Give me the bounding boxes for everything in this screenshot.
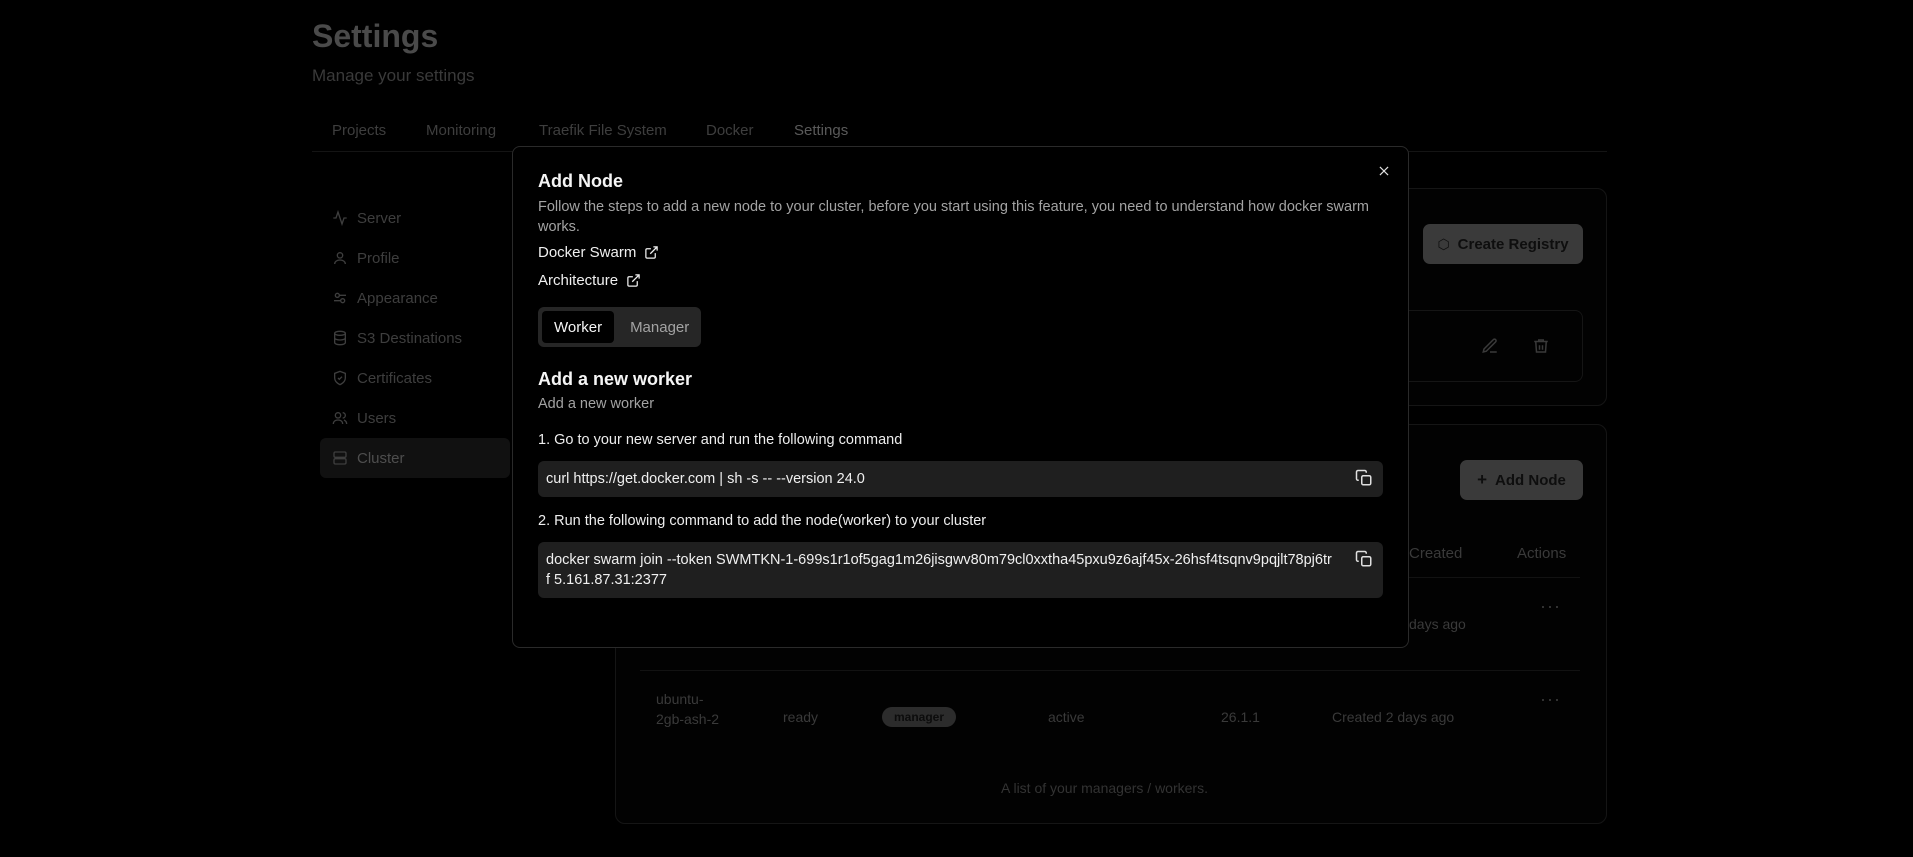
sidebar-item-cluster[interactable]: Cluster [320,438,510,478]
package-icon: ⬡ [1437,235,1450,252]
docker-swarm-link[interactable]: Docker Swarm [538,244,659,261]
sidebar-item-users[interactable]: Users [320,398,510,438]
tab-settings[interactable]: Settings [794,122,848,139]
node-type-tabs: Worker Manager [538,307,701,347]
row-divider [640,670,1580,671]
sidebar-item-server[interactable]: Server [320,198,510,238]
step-2-text: 2. Run the following command to add the … [538,513,987,529]
page-title: Settings [312,18,439,54]
dialog-description: Follow the steps to add a new node to yo… [538,199,1370,235]
activity-icon [332,210,348,226]
tab-manager[interactable]: Manager [618,311,701,343]
page-subtitle: Manage your settings [312,66,475,85]
sidebar-item-s3-destinations[interactable]: S3 Destinations [320,318,510,358]
row2-status: ready [783,709,819,725]
add-node-dialog: Add Node Follow the steps to add a new n… [512,146,1409,648]
table-caption: A list of your managers / workers. [1001,780,1208,796]
architecture-link-label: Architecture [538,272,619,289]
edit-icon[interactable] [1481,337,1499,355]
sidebar-item-label: Cluster [357,449,405,467]
row1-created: days ago [1409,616,1466,632]
create-registry-label: Create Registry [1457,235,1569,253]
dialog-title: Add Node [538,171,623,191]
section-title: Add a new worker [538,369,693,389]
external-link-icon [645,246,659,259]
sidebar-item-label: Profile [357,249,400,267]
tab-projects[interactable]: Projects [332,122,386,139]
join-command: docker swarm join --token SWMTKN-1-699s1… [546,552,1332,588]
add-node-label: Add Node [1495,471,1566,489]
row2-role-badge: manager [882,707,957,727]
row2-created: Created 2 days ago [1332,709,1455,725]
create-registry-button[interactable]: ⬡ Create Registry [1423,224,1583,264]
close-icon [1379,166,1389,176]
column-header-actions: Actions [1517,545,1567,562]
server-icon [332,450,348,466]
sidebar-item-profile[interactable]: Profile [320,238,510,278]
add-node-button[interactable]: + Add Node [1460,460,1583,500]
install-command-box: curl https://get.docker.com | sh -s -- -… [538,461,1383,497]
user-icon [332,250,348,266]
docker-swarm-link-label: Docker Swarm [538,244,637,261]
row2-availability: active [1048,709,1085,725]
tab-worker[interactable]: Worker [542,311,615,343]
tab-docker[interactable]: Docker [706,122,754,139]
row2-engine-version: 26.1.1 [1221,709,1260,725]
database-icon [332,330,348,346]
tab-traefik-file-system[interactable]: Traefik File System [539,122,667,139]
settings-sidebar: Server Profile Appearance S3 Destination… [320,198,510,478]
close-button[interactable] [1374,161,1394,181]
install-command: curl https://get.docker.com | sh -s -- -… [546,471,865,487]
column-header-created: Created [1409,545,1463,562]
architecture-link[interactable]: Architecture [538,272,641,289]
external-link-icon [627,274,640,287]
section-subtitle: Add a new worker [538,396,655,412]
sidebar-item-certificates[interactable]: Certificates [320,358,510,398]
step-1-text: 1. Go to your new server and run the fol… [538,432,903,448]
join-command-box: docker swarm join --token SWMTKN-1-699s1… [538,542,1383,598]
row2-actions-icon[interactable]: ··· [1540,689,1561,710]
sidebar-item-label: Certificates [357,369,433,387]
trash-icon[interactable] [1532,337,1550,355]
row2-hostname: ubuntu-2gb-ash-2 [656,691,720,727]
plus-icon: + [1477,470,1488,489]
sidebar-item-label: Appearance [357,289,438,307]
sidebar-item-label: S3 Destinations [357,329,463,347]
sidebar-item-label: Server [357,209,402,227]
copy-install-command-button[interactable] [1355,469,1375,489]
copy-icon [1355,550,1372,567]
copy-join-command-button[interactable] [1355,550,1375,570]
users-icon [332,410,348,426]
row1-actions-icon[interactable]: ··· [1540,596,1561,617]
copy-icon [1355,469,1372,486]
sidebar-item-appearance[interactable]: Appearance [320,278,510,318]
palette-icon [332,290,348,306]
tab-monitoring[interactable]: Monitoring [426,122,496,139]
shield-check-icon [332,370,348,386]
sidebar-item-label: Users [357,409,397,427]
